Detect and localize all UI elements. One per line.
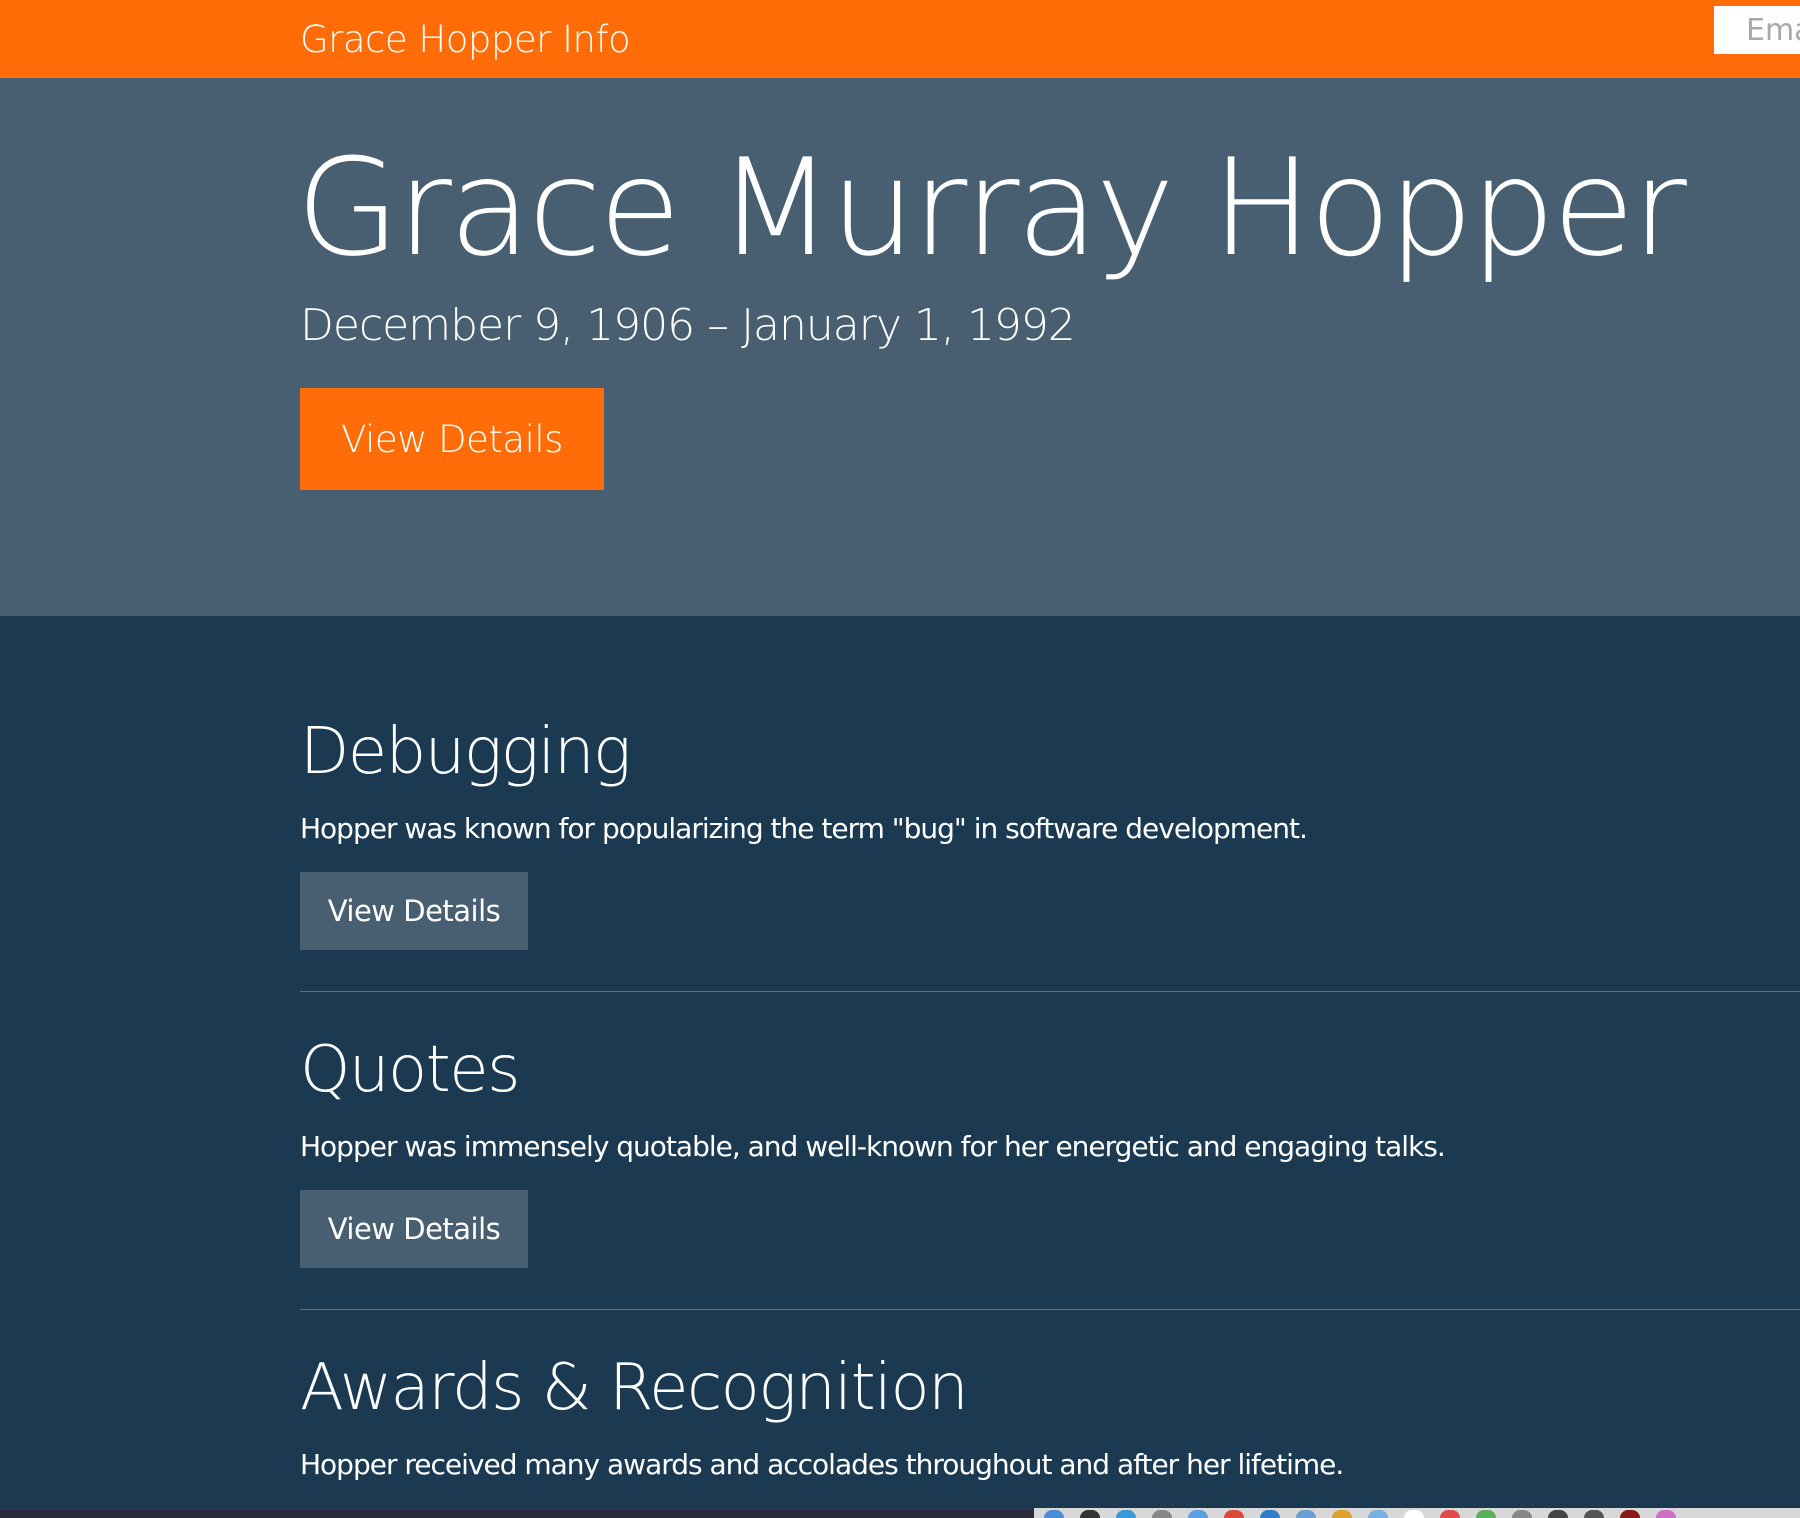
debugging-view-details-button[interactable]: View Details <box>300 872 528 950</box>
dock-app-icon[interactable] <box>1296 1510 1316 1518</box>
desktop-background-strip <box>0 1510 1034 1518</box>
section-divider <box>300 1309 1800 1310</box>
section-title-awards: Awards & Recognition <box>300 1351 969 1425</box>
hero-view-details-button[interactable]: View Details <box>300 388 604 490</box>
section-divider <box>300 991 1800 992</box>
dock-app-icon[interactable] <box>1080 1510 1100 1518</box>
dock-app-icon[interactable] <box>1332 1510 1352 1518</box>
dock-app-icon[interactable] <box>1584 1510 1604 1518</box>
brand-link[interactable]: Grace Hopper Info <box>300 18 631 61</box>
dock-app-icon[interactable] <box>1440 1510 1460 1518</box>
hero-dates: December 9, 1906 – January 1, 1992 <box>300 300 1076 351</box>
quotes-view-details-button[interactable]: View Details <box>300 1190 528 1268</box>
dock-app-icon[interactable] <box>1044 1510 1064 1518</box>
section-description-awards: Hopper received many awards and accolade… <box>300 1448 1344 1481</box>
dock-app-icon[interactable] <box>1260 1510 1280 1518</box>
section-description-debugging: Hopper was known for popularizing the te… <box>300 812 1308 845</box>
hero-section: Grace Murray Hopper December 9, 1906 – J… <box>0 78 1800 616</box>
dock-app-icon[interactable] <box>1620 1510 1640 1518</box>
section-title-debugging: Debugging <box>300 715 631 789</box>
section-title-quotes: Quotes <box>300 1033 520 1107</box>
dock-app-icon[interactable] <box>1116 1510 1136 1518</box>
email-input[interactable] <box>1714 6 1800 54</box>
dock-app-icon[interactable] <box>1404 1510 1424 1518</box>
dock-app-icon[interactable] <box>1188 1510 1208 1518</box>
hero-title: Grace Murray Hopper <box>296 130 1687 286</box>
dock-app-icon[interactable] <box>1152 1510 1172 1518</box>
section-description-quotes: Hopper was immensely quotable, and well-… <box>300 1130 1446 1163</box>
dock-app-icon[interactable] <box>1548 1510 1568 1518</box>
dock-app-icon[interactable] <box>1656 1510 1676 1518</box>
dock-app-icon[interactable] <box>1476 1510 1496 1518</box>
dock-app-icon[interactable] <box>1224 1510 1244 1518</box>
dock-icons <box>1034 1510 1800 1518</box>
top-navbar: Grace Hopper Info <box>0 0 1800 78</box>
dock-app-icon[interactable] <box>1368 1510 1388 1518</box>
dock-app-icon[interactable] <box>1512 1510 1532 1518</box>
